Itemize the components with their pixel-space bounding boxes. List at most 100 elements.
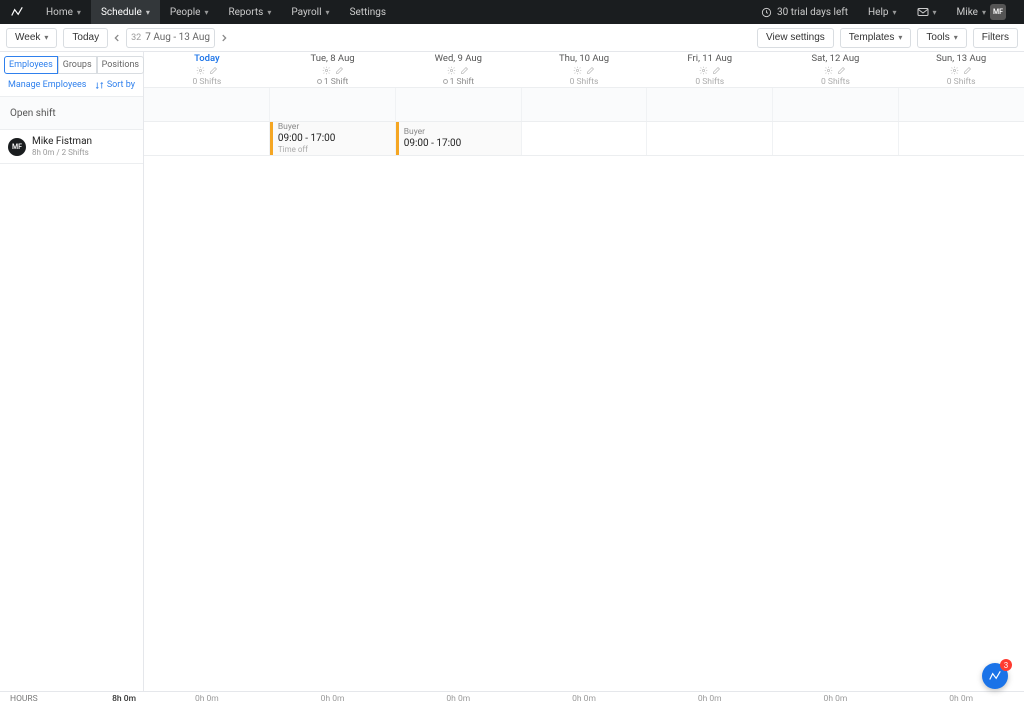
gear-icon[interactable] — [196, 66, 205, 75]
chevron-down-icon: ▾ — [893, 8, 897, 17]
inbox-menu[interactable]: ▾ — [907, 0, 947, 24]
day-header[interactable]: Wed, 9 Aug 1 Shift — [395, 52, 521, 87]
next-arrow-icon[interactable] — [215, 29, 233, 47]
edit-icon[interactable] — [963, 66, 972, 75]
chevron-down-icon: ▾ — [204, 8, 208, 17]
open-shift-cell[interactable] — [772, 88, 898, 121]
trial-label: 30 trial days left — [777, 7, 848, 18]
app-logo-icon[interactable] — [8, 3, 26, 21]
schedule-cell[interactable] — [521, 122, 647, 155]
day-shift-count: 0 Shifts — [898, 77, 1024, 87]
schedule-cell[interactable]: Buyer09:00 - 17:00Time off — [269, 122, 395, 155]
prev-arrow-icon[interactable] — [108, 29, 126, 47]
open-shift-cell[interactable] — [898, 88, 1024, 121]
sort-icon — [95, 81, 104, 90]
schedule-cell[interactable] — [772, 122, 898, 155]
gear-icon[interactable] — [573, 66, 582, 75]
shift-card[interactable]: Buyer09:00 - 17:00Time off — [270, 122, 395, 155]
user-label: Mike — [957, 7, 978, 18]
hours-col: 0h 0m — [647, 692, 773, 705]
chat-fab[interactable]: 3 — [982, 663, 1008, 689]
nav-item-home[interactable]: Home▾ — [36, 0, 91, 24]
gear-icon[interactable] — [447, 66, 456, 75]
day-shift-count: 0 Shifts — [647, 77, 773, 87]
nav-item-settings[interactable]: Settings — [340, 0, 397, 24]
week-number: 32 — [131, 33, 141, 43]
day-header[interactable]: Today 0 Shifts — [144, 52, 270, 87]
edit-icon[interactable] — [586, 66, 595, 75]
day-header[interactable]: Sun, 13 Aug 0 Shifts — [898, 52, 1024, 87]
clock-icon — [761, 7, 772, 18]
open-shift-cell[interactable] — [269, 88, 395, 121]
employee-name: Mike Fistman — [32, 136, 92, 148]
chevron-down-icon: ▾ — [77, 8, 81, 17]
schedule-cell[interactable] — [646, 122, 772, 155]
nav-label: Reports — [228, 7, 263, 18]
manage-employees-link[interactable]: Manage Employees — [8, 80, 86, 90]
nav-item-schedule[interactable]: Schedule▾ — [91, 0, 160, 24]
chat-icon — [988, 669, 1002, 683]
employee-sub: 8h 0m / 2 Shifts — [32, 148, 92, 158]
toolbar: Week▾ Today 32 7 Aug - 13 Aug View setti… — [0, 24, 1024, 52]
chevron-down-icon: ▾ — [326, 8, 330, 17]
nav-item-payroll[interactable]: Payroll ▾ — [281, 0, 339, 24]
mail-icon — [917, 7, 929, 17]
open-shift-cell[interactable] — [521, 88, 647, 121]
trial-days[interactable]: 30 trial days left — [751, 0, 858, 24]
open-shift-section[interactable]: Open shift — [0, 96, 143, 130]
today-button[interactable]: Today — [63, 28, 108, 48]
chevron-down-icon: ▾ — [267, 8, 271, 17]
edit-icon[interactable] — [335, 66, 344, 75]
edit-icon[interactable] — [209, 66, 218, 75]
sort-by-button[interactable]: Sort by — [95, 80, 135, 90]
nav-label: Schedule — [101, 7, 142, 18]
day-header[interactable]: Thu, 10 Aug 0 Shifts — [521, 52, 647, 87]
day-label: Thu, 10 Aug — [521, 53, 647, 64]
sidebar-tab-employees[interactable]: Employees — [4, 56, 58, 74]
employee-row[interactable]: MF Mike Fistman 8h 0m / 2 Shifts — [0, 130, 143, 164]
day-header[interactable]: Tue, 8 Aug 1 Shift — [270, 52, 396, 87]
sidebar-tab-groups[interactable]: Groups — [58, 56, 97, 74]
day-label: Wed, 9 Aug — [395, 53, 521, 64]
schedule-cell[interactable] — [898, 122, 1024, 155]
sidebar-tab-positions[interactable]: Positions — [97, 56, 144, 74]
edit-icon[interactable] — [837, 66, 846, 75]
date-range[interactable]: 32 7 Aug - 13 Aug — [126, 28, 215, 48]
nav-item-people[interactable]: People▾ — [160, 0, 219, 24]
chevron-down-icon: ▾ — [954, 33, 958, 42]
nav-label: Payroll — [291, 7, 321, 18]
open-shift-cell[interactable] — [144, 88, 269, 121]
view-settings-button[interactable]: View settings — [757, 28, 834, 48]
hours-col: 0h 0m — [270, 692, 396, 705]
shift-title: Buyer — [278, 122, 390, 133]
shift-card[interactable]: Buyer09:00 - 17:00 — [396, 122, 521, 155]
filters-button[interactable]: Filters — [973, 28, 1018, 48]
gear-icon[interactable] — [950, 66, 959, 75]
avatar: MF — [8, 138, 26, 156]
gear-icon[interactable] — [824, 66, 833, 75]
user-menu[interactable]: Mike▾ MF — [947, 0, 1016, 24]
edit-icon[interactable] — [460, 66, 469, 75]
open-shift-cell[interactable] — [395, 88, 521, 121]
help-menu[interactable]: Help▾ — [858, 0, 907, 24]
gear-icon[interactable] — [699, 66, 708, 75]
hours-footer: HOURS 8h 0m 0h 0m0h 0m0h 0m0h 0m0h 0m0h … — [0, 691, 1024, 705]
schedule-cell[interactable] — [144, 122, 269, 155]
schedule-cell[interactable]: Buyer09:00 - 17:00 — [395, 122, 521, 155]
day-shift-count: 1 Shift — [270, 77, 396, 87]
day-header[interactable]: Sat, 12 Aug 0 Shifts — [773, 52, 899, 87]
templates-button[interactable]: Templates▾ — [840, 28, 912, 48]
period-select[interactable]: Week▾ — [6, 28, 57, 48]
day-label: Fri, 11 Aug — [647, 53, 773, 64]
hours-col: 0h 0m — [144, 692, 270, 705]
open-shift-cell[interactable] — [646, 88, 772, 121]
hours-total: 8h 0m — [112, 694, 136, 704]
hours-col: 0h 0m — [773, 692, 899, 705]
tools-button[interactable]: Tools▾ — [917, 28, 966, 48]
nav-item-reports[interactable]: Reports ▾ — [218, 0, 281, 24]
gear-icon[interactable] — [322, 66, 331, 75]
day-header[interactable]: Fri, 11 Aug 0 Shifts — [647, 52, 773, 87]
edit-icon[interactable] — [712, 66, 721, 75]
day-label: Today — [144, 53, 270, 64]
day-label: Tue, 8 Aug — [270, 53, 396, 64]
